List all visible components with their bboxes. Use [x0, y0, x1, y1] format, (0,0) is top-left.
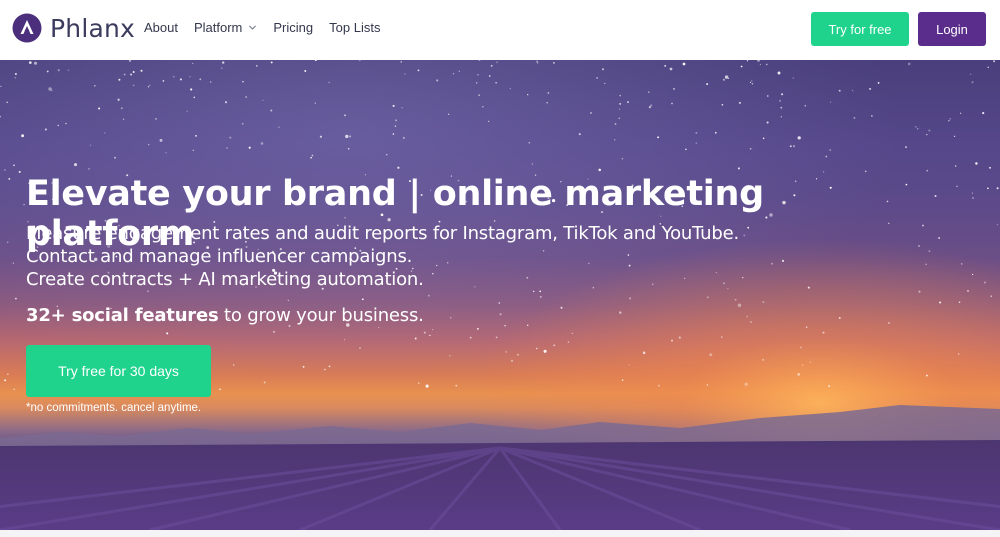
top-navbar: Phlanx About Platform Pricing Top Lists …	[0, 0, 1000, 60]
hero-background-image	[0, 60, 1000, 530]
try-for-free-button[interactable]: Try for free	[811, 12, 909, 46]
logo[interactable]: Phlanx	[12, 13, 135, 43]
logo-text: Phlanx	[50, 13, 136, 43]
nav-top-lists[interactable]: Top Lists	[329, 20, 380, 35]
features-rest: to grow your business.	[218, 305, 424, 326]
hero-line-1: Measure engagement rates and audit repor…	[26, 223, 739, 244]
chevron-down-icon	[249, 25, 257, 30]
try-free-30-days-button[interactable]: Try free for 30 days	[26, 345, 211, 397]
nav-pricing[interactable]: Pricing	[273, 20, 313, 35]
page-bottom-strip	[0, 530, 1000, 537]
nav-platform-label: Platform	[193, 20, 243, 35]
hero-line-3: Create contracts + AI marketing automati…	[26, 269, 424, 290]
main-nav: About Platform Pricing Top Lists	[144, 20, 396, 35]
login-button[interactable]: Login	[918, 12, 986, 46]
nav-about[interactable]: About	[144, 20, 178, 35]
hero-line-2: Contact and manage influencer campaigns.	[26, 246, 413, 267]
hero-section: Elevate your brand | online marketing pl…	[0, 60, 1000, 530]
phlanx-logo-icon	[12, 13, 42, 43]
no-commitment-note: *no commitments. cancel anytime.	[26, 402, 202, 414]
nav-platform[interactable]: Platform	[194, 20, 257, 35]
hero-features-text: 32+ social features to grow your busines…	[26, 305, 424, 326]
features-bold: 32+ social features	[26, 305, 219, 326]
